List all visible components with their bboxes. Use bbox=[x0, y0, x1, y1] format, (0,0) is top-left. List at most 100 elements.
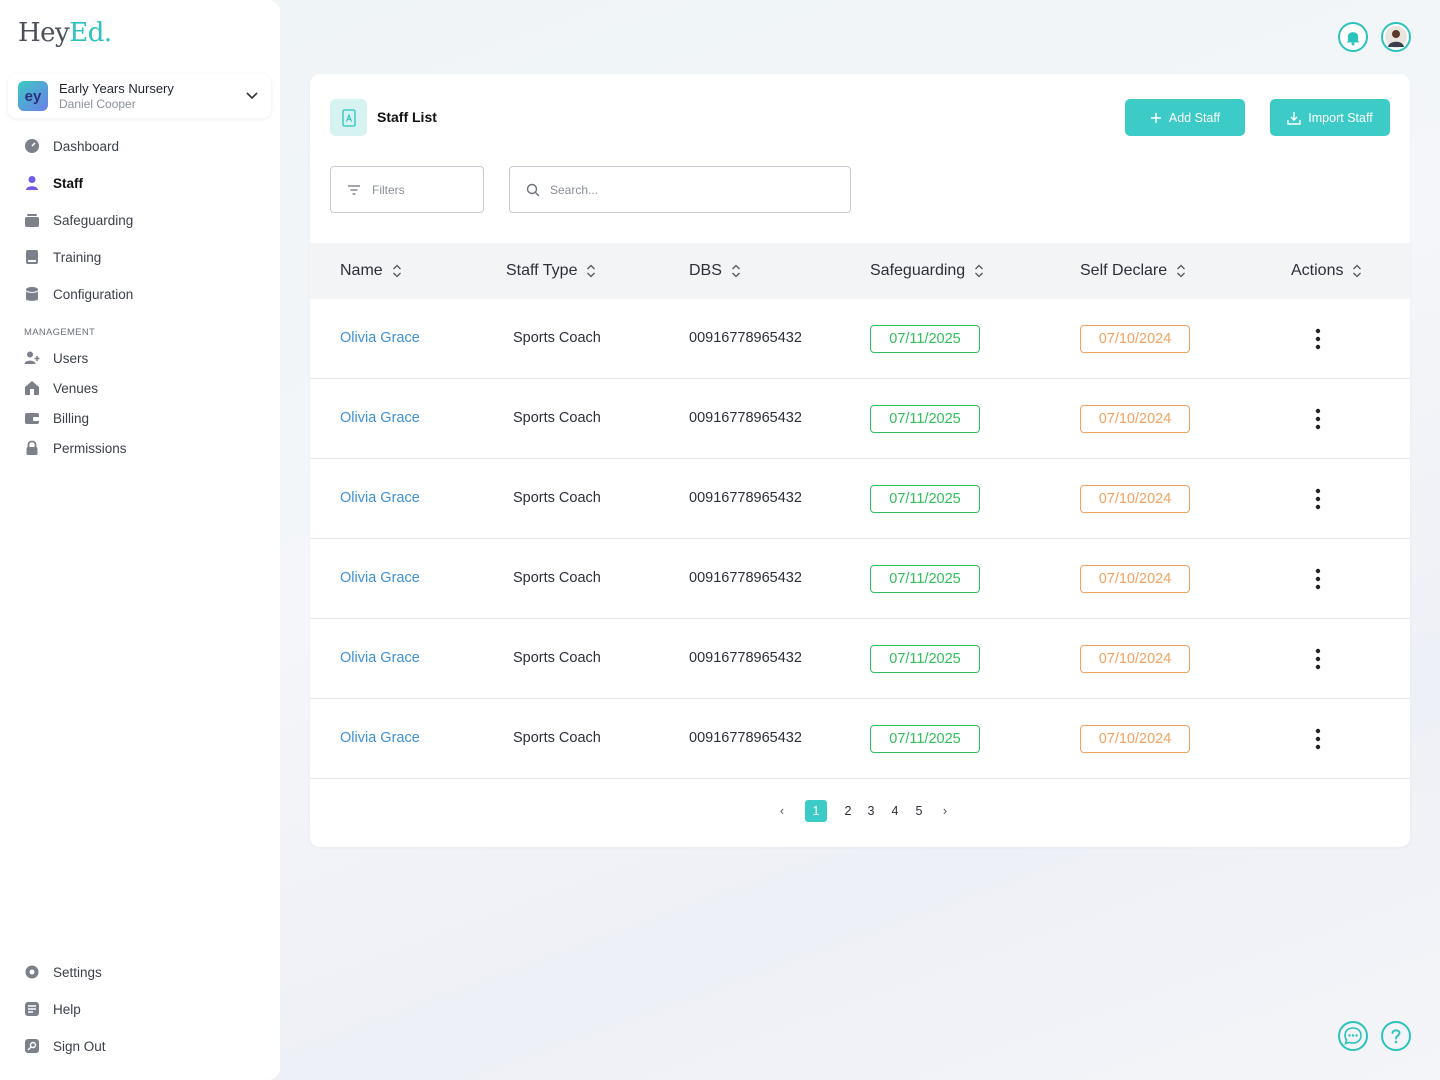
brand-logo[interactable]: HeyEd. bbox=[18, 18, 112, 48]
help-button[interactable] bbox=[1381, 1021, 1411, 1051]
page-button-3[interactable]: 3 bbox=[860, 800, 882, 822]
import-staff-button[interactable]: Import Staff bbox=[1270, 99, 1390, 136]
nav-label-settings: Settings bbox=[53, 964, 102, 980]
add-staff-button[interactable]: Add Staff bbox=[1125, 99, 1245, 136]
nav-label-permissions: Permissions bbox=[53, 440, 127, 456]
kebab-menu-icon bbox=[1315, 648, 1321, 670]
staff-type: Sports Coach bbox=[513, 730, 601, 746]
filters-label: Filters bbox=[372, 182, 405, 197]
more-actions-button[interactable] bbox=[1304, 326, 1332, 352]
column-header-staff-type[interactable]: Staff Type bbox=[506, 262, 596, 280]
chat-button[interactable] bbox=[1338, 1021, 1368, 1051]
more-actions-button[interactable] bbox=[1304, 566, 1332, 592]
column-label-staff-type: Staff Type bbox=[506, 262, 578, 279]
page-button-1[interactable]: 1 bbox=[805, 800, 827, 822]
self-declare-date-badge: 07/10/2024 bbox=[1080, 485, 1190, 513]
page-button-2[interactable]: 2 bbox=[837, 800, 859, 822]
table-row: Olivia Grace Sports Coach 00916778965432… bbox=[310, 299, 1410, 379]
staff-name-link[interactable]: Olivia Grace bbox=[340, 730, 420, 746]
self-declare-date-badge: 07/10/2024 bbox=[1080, 725, 1190, 753]
staff-name-link[interactable]: Olivia Grace bbox=[340, 410, 420, 426]
person-icon bbox=[24, 175, 40, 191]
nav-item-permissions[interactable]: Permissions bbox=[24, 440, 127, 456]
search-input[interactable] bbox=[550, 182, 830, 197]
logo-accent-text: Ed. bbox=[69, 18, 112, 48]
organisation-switcher[interactable]: ey Early Years Nursery Daniel Cooper bbox=[8, 74, 271, 118]
table-row: Olivia Grace Sports Coach 00916778965432… bbox=[310, 379, 1410, 459]
nav-label-sign-out: Sign Out bbox=[53, 1038, 106, 1054]
nav-item-training[interactable]: Training bbox=[24, 249, 101, 265]
nav-item-staff[interactable]: Staff bbox=[24, 175, 83, 191]
column-header-dbs[interactable]: DBS bbox=[689, 262, 741, 280]
column-header-name[interactable]: Name bbox=[340, 262, 402, 280]
dbs-number: 00916778965432 bbox=[689, 330, 802, 346]
staff-name-link[interactable]: Olivia Grace bbox=[340, 330, 420, 346]
dbs-number: 00916778965432 bbox=[689, 650, 802, 666]
sort-icon bbox=[392, 264, 402, 278]
nav-item-dashboard[interactable]: Dashboard bbox=[24, 138, 119, 154]
nav-label-users: Users bbox=[53, 350, 89, 366]
plus-icon bbox=[1150, 112, 1162, 124]
nav-label-safeguarding: Safeguarding bbox=[53, 212, 134, 228]
nav-item-users[interactable]: Users bbox=[24, 350, 88, 366]
book-icon bbox=[24, 249, 40, 265]
previous-page-button[interactable]: ‹ bbox=[771, 800, 793, 822]
add-staff-label: Add Staff bbox=[1168, 110, 1221, 125]
nav-item-billing[interactable]: Billing bbox=[24, 410, 89, 426]
staff-name-link[interactable]: Olivia Grace bbox=[340, 650, 420, 666]
more-actions-button[interactable] bbox=[1304, 646, 1332, 672]
nav-item-sign-out[interactable]: Sign Out bbox=[24, 1038, 106, 1054]
staff-type: Sports Coach bbox=[513, 570, 601, 586]
notifications-button[interactable] bbox=[1338, 22, 1368, 52]
nav-item-help[interactable]: Help bbox=[24, 1001, 81, 1017]
nav-label-training: Training bbox=[53, 249, 102, 265]
safeguarding-date-badge: 07/11/2025 bbox=[870, 325, 980, 353]
database-icon bbox=[24, 286, 40, 302]
dbs-number: 00916778965432 bbox=[689, 410, 802, 426]
sidebar: HeyEd. ey Early Years Nursery Daniel Coo… bbox=[0, 0, 280, 1080]
nav-item-venues[interactable]: Venues bbox=[24, 380, 98, 396]
dbs-number: 00916778965432 bbox=[689, 730, 802, 746]
kebab-menu-icon bbox=[1315, 408, 1321, 430]
sign-out-icon bbox=[24, 1038, 40, 1054]
more-actions-button[interactable] bbox=[1304, 406, 1332, 432]
more-actions-button[interactable] bbox=[1304, 726, 1332, 752]
column-header-actions[interactable]: Actions bbox=[1291, 262, 1362, 280]
lock-icon bbox=[24, 440, 40, 456]
dbs-number: 00916778965432 bbox=[689, 570, 802, 586]
wallet-icon bbox=[24, 410, 40, 426]
column-header-self-declare[interactable]: Self Declare bbox=[1080, 262, 1186, 280]
filter-icon bbox=[347, 184, 361, 196]
self-declare-date-badge: 07/10/2024 bbox=[1080, 325, 1190, 353]
page-button-4[interactable]: 4 bbox=[884, 800, 906, 822]
nav-item-safeguarding[interactable]: Safeguarding bbox=[24, 212, 133, 228]
staff-name-link[interactable]: Olivia Grace bbox=[340, 570, 420, 586]
staff-name-link[interactable]: Olivia Grace bbox=[340, 490, 420, 506]
staff-type: Sports Coach bbox=[513, 650, 601, 666]
page-button-5[interactable]: 5 bbox=[908, 800, 930, 822]
home-icon bbox=[24, 380, 40, 396]
section-label-management: MANAGEMENT bbox=[24, 327, 96, 338]
safeguarding-date-badge: 07/11/2025 bbox=[870, 645, 980, 673]
bell-icon bbox=[1344, 28, 1362, 46]
nav-item-configuration[interactable]: Configuration bbox=[24, 286, 133, 302]
nav-label-help: Help bbox=[53, 1001, 81, 1017]
next-page-button[interactable]: › bbox=[934, 800, 956, 822]
question-mark-icon bbox=[1388, 1027, 1404, 1045]
column-label-safeguarding: Safeguarding bbox=[870, 262, 966, 279]
organisation-avatar: ey bbox=[18, 81, 48, 111]
search-box bbox=[509, 166, 851, 213]
staff-list-icon bbox=[330, 99, 367, 136]
chevron-down-icon[interactable] bbox=[245, 88, 259, 102]
safeguarding-date-badge: 07/11/2025 bbox=[870, 485, 980, 513]
column-header-safeguarding[interactable]: Safeguarding bbox=[870, 262, 984, 280]
more-actions-button[interactable] bbox=[1304, 486, 1332, 512]
profile-avatar-button[interactable] bbox=[1381, 22, 1411, 52]
table-header: Name Staff Type DBS Safeguarding Self De… bbox=[310, 243, 1410, 299]
nav-label-configuration: Configuration bbox=[53, 286, 134, 302]
nav-item-settings[interactable]: Settings bbox=[24, 964, 102, 980]
nav-label-dashboard: Dashboard bbox=[53, 138, 120, 154]
self-declare-date-badge: 07/10/2024 bbox=[1080, 405, 1190, 433]
filters-button[interactable]: Filters bbox=[330, 166, 484, 213]
self-declare-date-badge: 07/10/2024 bbox=[1080, 565, 1190, 593]
